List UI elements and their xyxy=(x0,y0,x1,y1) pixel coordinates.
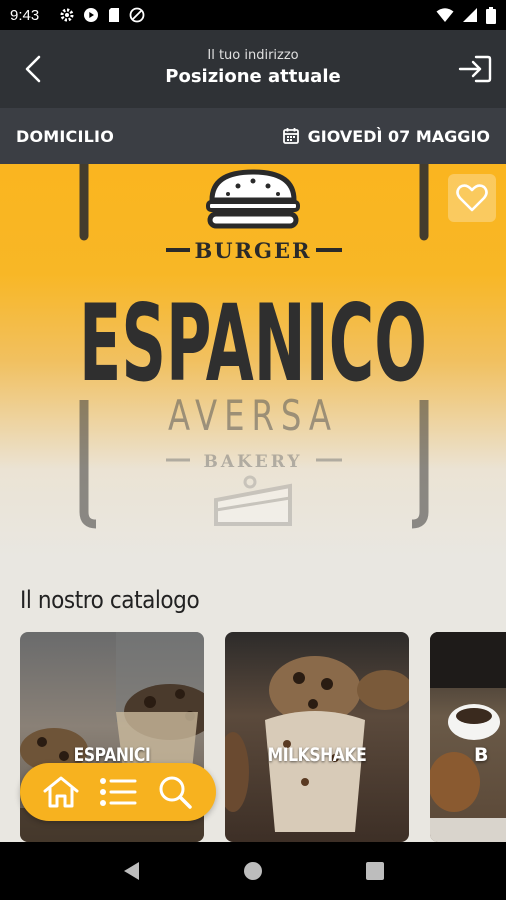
search-icon xyxy=(159,776,193,809)
settings-status-icon xyxy=(60,8,74,22)
catalog-card-label: B xyxy=(474,744,488,766)
status-bar: 9:43 xyxy=(0,0,506,30)
home-icon xyxy=(43,776,79,808)
system-home-icon[interactable] xyxy=(243,861,263,881)
system-navigation-bar xyxy=(0,842,506,900)
logo-main-text: ESPANICO xyxy=(79,282,427,405)
login-icon xyxy=(458,55,492,83)
address-subtitle: Il tuo indirizzo xyxy=(207,48,299,63)
address-title-group[interactable]: Il tuo indirizzo Posizione attuale xyxy=(0,48,506,87)
app-screen: 9:43 Il tuo indirizzo Posizione attuale … xyxy=(0,0,506,900)
login-button[interactable] xyxy=(456,50,494,88)
catalog-card-milkshake[interactable]: MILKSHAKE xyxy=(225,632,409,842)
battery-icon xyxy=(486,6,496,24)
logo-bakery-text: BAKERY xyxy=(203,452,302,472)
catalog-card-label: MILKSHAKE xyxy=(267,744,367,766)
restaurant-logo: BURGER ESPANICO AVERSA BAKERY xyxy=(79,164,429,529)
logo-city-text: AVERSA xyxy=(168,391,338,440)
status-time: 9:43 xyxy=(10,6,40,24)
system-back-icon[interactable] xyxy=(121,860,141,882)
status-left: 9:43 xyxy=(10,7,145,24)
system-recents-icon[interactable] xyxy=(365,861,385,881)
list-icon xyxy=(99,778,137,806)
favorite-button[interactable] xyxy=(448,174,496,222)
status-right xyxy=(436,6,496,24)
calendar-icon xyxy=(282,128,299,144)
play-status-icon xyxy=(84,8,99,22)
milkshake-image xyxy=(225,656,409,832)
heart-icon xyxy=(456,184,488,212)
logo-burger-text: BURGER xyxy=(195,238,312,263)
delivery-bar: DOMICILIO GIOVEDÌ 07 MAGGIO xyxy=(0,108,506,164)
wifi-icon xyxy=(436,8,454,22)
app-bar: Il tuo indirizzo Posizione attuale xyxy=(0,30,506,108)
delivery-date: GIOVEDÌ 07 MAGGIO xyxy=(307,126,490,146)
catalog-card-partial[interactable]: B xyxy=(430,632,506,842)
bottom-pill-nav xyxy=(20,763,216,821)
catalog-title: Il nostro catalogo xyxy=(20,586,200,614)
burger-logo-icon xyxy=(206,169,300,229)
partial-card-image xyxy=(430,632,506,842)
catalog-list-button[interactable] xyxy=(96,770,140,814)
restaurant-hero: BURGER ESPANICO AVERSA BAKERY xyxy=(0,164,506,556)
signal-icon xyxy=(463,8,477,22)
delivery-date-selector[interactable]: GIOVEDÌ 07 MAGGIO xyxy=(282,127,490,146)
delivery-mode[interactable]: DOMICILIO xyxy=(16,127,114,146)
search-button[interactable] xyxy=(153,770,197,814)
cake-logo-icon xyxy=(214,475,292,526)
sd-card-status-icon xyxy=(109,8,120,22)
home-button[interactable] xyxy=(39,770,83,814)
dnd-status-icon xyxy=(129,7,145,23)
address-title: Posizione attuale xyxy=(165,66,341,87)
